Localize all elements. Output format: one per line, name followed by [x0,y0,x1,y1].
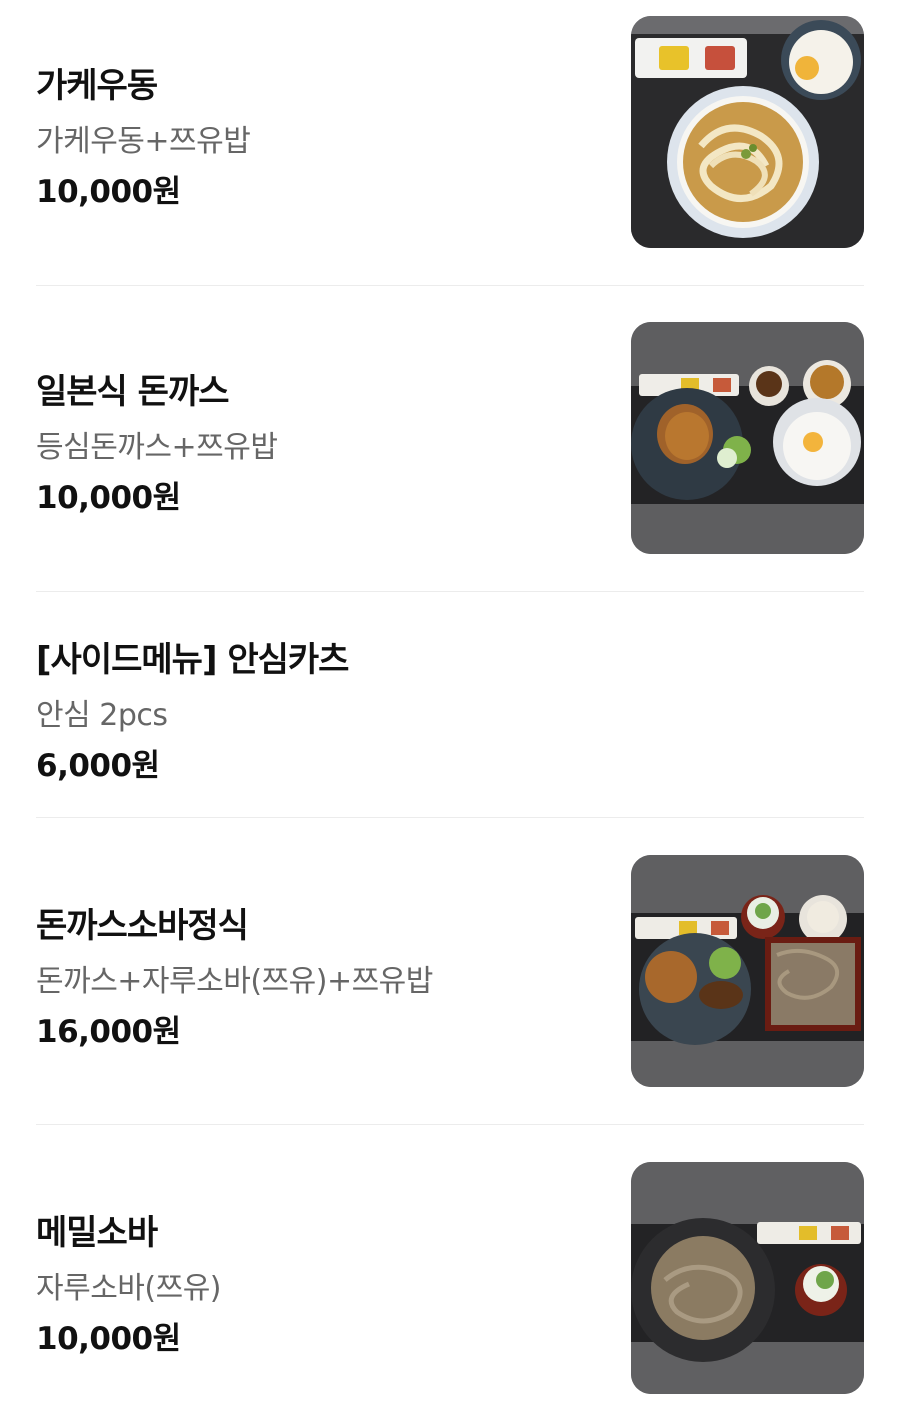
menu-item-description: 자루소바(쯔유) [36,1271,222,1306]
menu-item-name: 일본식 돈까스 [36,372,230,412]
menu-item-price: 10,000원 [36,480,181,516]
menu-item-tonkatsu-soba-set[interactable]: 돈까스소바정식 돈까스+자루소바(쯔유)+쯔유밥 16,000원 [0,818,900,1124]
menu-item-name: 돈까스소바정식 [36,906,249,946]
menu-item-kake-udon[interactable]: 가케우동 가케우동+쯔유밥 10,000원 [0,0,900,286]
menu-item-description: 등심돈까스+쯔유밥 [36,430,278,465]
menu-item-description: 돈까스+자루소바(쯔유)+쯔유밥 [36,964,433,999]
menu-item-price: 6,000원 [36,748,160,784]
menu-list: 가케우동 가케우동+쯔유밥 10,000원 일본식 돈까스 등심돈까스+쯔유밥 … [0,0,900,1426]
menu-item-name: 가케우동 [36,66,158,106]
kake-udon-photo[interactable] [631,16,864,248]
menu-item-description: 가케우동+쯔유밥 [36,124,251,159]
menu-item-price: 16,000원 [36,1014,181,1050]
menu-item-name: 메밀소바 [36,1213,158,1253]
tonkatsu-soba-set-photo[interactable] [631,855,864,1087]
tonkatsu-set-photo[interactable] [631,322,864,554]
menu-item-japanese-tonkatsu[interactable]: 일본식 돈까스 등심돈까스+쯔유밥 10,000원 [0,286,900,592]
zaru-soba-photo[interactable] [631,1162,864,1394]
menu-item-side-anshim-katsu[interactable]: [사이드메뉴] 안심카츠 안심 2pcs 6,000원 [0,592,900,818]
menu-item-name: [사이드메뉴] 안심카츠 [36,640,349,680]
menu-item-memil-soba[interactable]: 메밀소바 자루소바(쯔유) 10,000원 [0,1125,900,1426]
menu-item-description: 안심 2pcs [36,698,168,733]
menu-item-price: 10,000원 [36,1321,181,1357]
menu-item-price: 10,000원 [36,174,181,210]
